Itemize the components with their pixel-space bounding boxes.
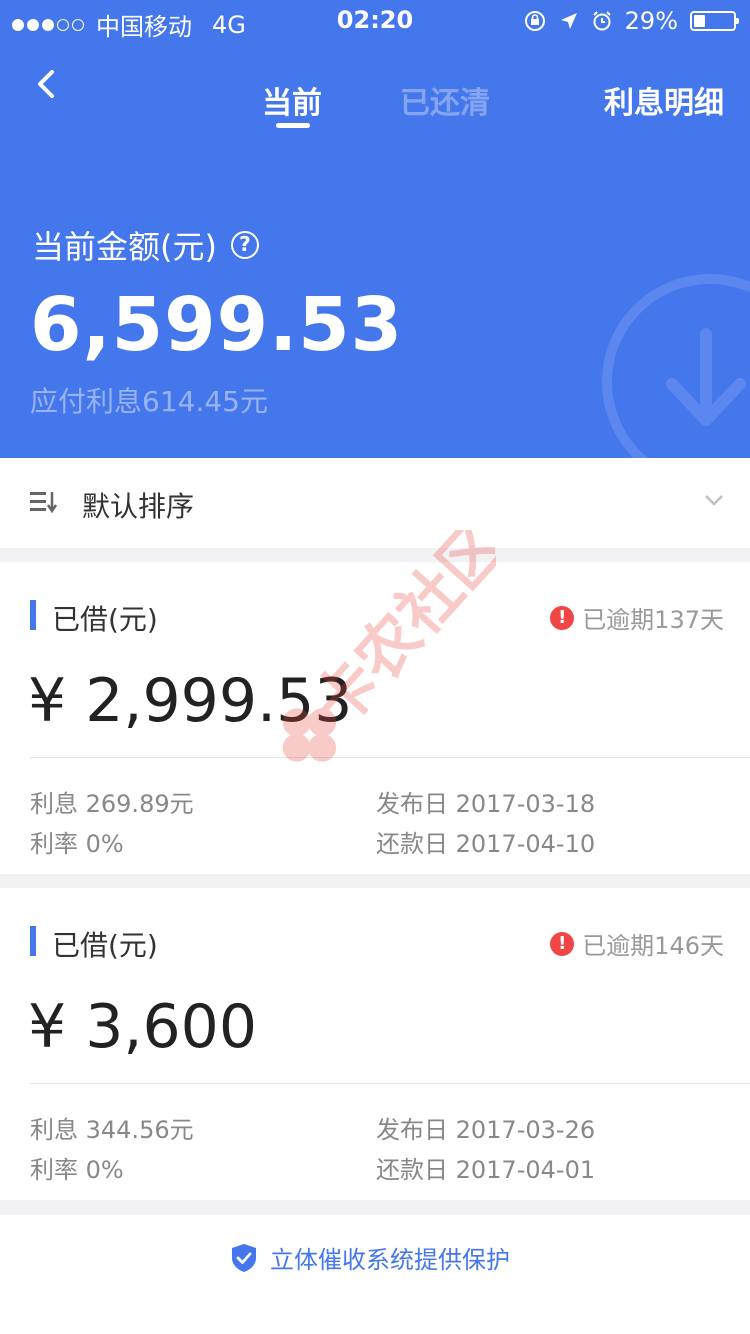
loan-interest: 利息 344.56元: [30, 1116, 194, 1144]
loan-card[interactable]: 已借(元) ! 已逾期137天 ¥ 2,999.53 利息 269.89元 利率…: [0, 562, 750, 874]
divider: [30, 1083, 750, 1084]
tab-current[interactable]: 当前: [262, 78, 322, 122]
loan-due-date: 还款日 2017-04-10: [376, 830, 596, 858]
back-arrow-icon[interactable]: [28, 64, 68, 104]
loan-due-date: 还款日 2017-04-01: [376, 1156, 596, 1184]
loan-card[interactable]: 已借(元) ! 已逾期146天 ¥ 3,600 利息 344.56元 利率 0%…: [0, 888, 750, 1200]
warning-icon: !: [550, 931, 575, 956]
loan-issue-date: 发布日 2017-03-26: [376, 1116, 596, 1144]
loan-title: 已借(元): [52, 603, 158, 636]
loan-interest: 利息 269.89元: [30, 790, 194, 818]
overdue-days: 已逾期137天: [582, 606, 724, 634]
shield-check-icon: [232, 1243, 256, 1272]
top-navigation: 当前 已还清 利息明细: [0, 60, 750, 130]
active-tab-indicator: [276, 123, 310, 128]
loan-issue-date: 发布日 2017-03-18: [376, 790, 596, 818]
loan-amount: ¥ 3,600: [28, 992, 258, 1062]
location-arrow-icon: [560, 13, 577, 29]
chevron-down-icon: [705, 495, 723, 506]
sort-list-icon: [30, 492, 58, 514]
loan-amount: ¥ 2,999.53: [28, 666, 353, 736]
warning-icon: !: [550, 605, 575, 630]
loan-title: 已借(元): [52, 929, 158, 962]
divider: [30, 757, 750, 758]
battery-icon: [690, 11, 739, 31]
header-panel: 中国移动 4G 02:20 29% 当前 已还清 利息明细 当前金额(元) ? …: [0, 0, 750, 458]
status-bar: 中国移动 4G 02:20 29%: [0, 0, 750, 41]
current-amount-label: 当前金额(元): [32, 228, 217, 266]
section-accent-bar: [30, 600, 36, 630]
alarm-icon: [592, 11, 611, 31]
protection-text: 立体催收系统提供保护: [270, 1246, 510, 1274]
section-accent-bar: [30, 926, 36, 956]
rotation-lock-icon: [524, 11, 545, 31]
overdue-days: 已逾期146天: [582, 932, 724, 960]
overdue-status: ! 已逾期137天: [550, 600, 724, 635]
current-amount-label-row: 当前金额(元) ?: [32, 222, 259, 268]
current-amount: 6,599.53: [30, 282, 404, 368]
sort-label: 默认排序: [82, 490, 195, 523]
overdue-status: ! 已逾期146天: [550, 926, 724, 961]
sort-selector[interactable]: 默认排序: [0, 458, 750, 548]
download-circle-icon: [602, 274, 750, 458]
footer-protection: 立体催收系统提供保护: [0, 1215, 750, 1334]
battery-percent: 29%: [624, 7, 678, 35]
loan-rate: 利率 0%: [30, 1156, 124, 1184]
loan-rate: 利率 0%: [30, 830, 124, 858]
interest-details-link[interactable]: 利息明细: [604, 78, 724, 122]
tab-paid-off[interactable]: 已还清: [400, 78, 490, 122]
interest-due: 应付利息614.45元: [30, 385, 268, 418]
help-icon[interactable]: ?: [230, 231, 259, 259]
